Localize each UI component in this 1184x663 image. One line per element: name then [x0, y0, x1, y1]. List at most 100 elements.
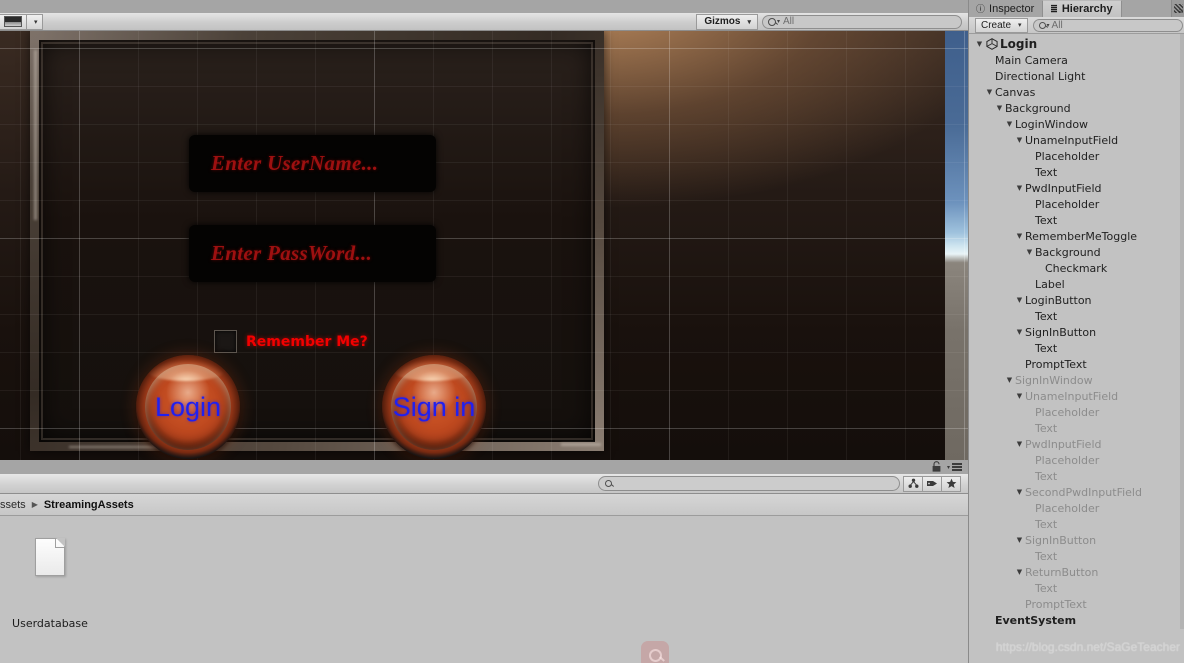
hierarchy-panel: ⓘ Inspector ≣ Hierarchy ≡ Create ▾ ▾ All — [968, 0, 1184, 663]
disclosure-triangle-icon[interactable]: ▼ — [1014, 392, 1025, 400]
hierarchy-node-eventsystem-36[interactable]: ▼EventSystem — [969, 612, 1184, 628]
hierarchy-node-remembermetoggle-12[interactable]: ▼ RememberMeToggle — [969, 228, 1184, 244]
project-search-input[interactable] — [598, 476, 900, 491]
gizmos-dropdown[interactable]: Gizmos ▾ — [696, 13, 758, 30]
disclosure-triangle-icon[interactable]: ▼ — [1014, 296, 1025, 304]
tab-hierarchy[interactable]: ≣ Hierarchy — [1042, 0, 1122, 17]
hierarchy-scrollbar[interactable] — [1180, 34, 1184, 629]
disclosure-spacer: ▼ — [1024, 200, 1035, 208]
disclosure-triangle-icon[interactable]: ▼ — [1004, 120, 1015, 128]
hierarchy-node-text-27[interactable]: ▼Text — [969, 468, 1184, 484]
password-placeholder: Enter PassWord... — [211, 241, 373, 265]
disclosure-spacer: ▼ — [1034, 264, 1045, 272]
hierarchy-node-unameinputfield-6[interactable]: ▼ UnameInputField — [969, 132, 1184, 148]
hierarchy-node-text-34[interactable]: ▼Text — [969, 580, 1184, 596]
lock-icon[interactable] — [932, 461, 941, 472]
favorite-filter-button[interactable] — [941, 475, 961, 492]
aspect-ratio-button[interactable] — [0, 13, 27, 30]
hierarchy-node-placeholder-7[interactable]: ▼Placeholder — [969, 148, 1184, 164]
hierarchy-tree[interactable]: ▼Login▼Main Camera▼Directional Light▼Can… — [969, 34, 1184, 629]
hierarchy-node-background-13[interactable]: ▼ Background — [969, 244, 1184, 260]
hierarchy-node-prompttext-35[interactable]: ▼PromptText — [969, 596, 1184, 612]
disclosure-triangle-icon[interactable]: ▼ — [994, 104, 1005, 112]
disclosure-spacer: ▼ — [1024, 280, 1035, 288]
hierarchy-node-text-19[interactable]: ▼Text — [969, 340, 1184, 356]
hierarchy-node-prompttext-20[interactable]: ▼PromptText — [969, 356, 1184, 372]
create-button[interactable]: Create ▾ — [975, 17, 1028, 33]
login-button-label: Login — [154, 391, 222, 422]
password-input-field[interactable]: Enter PassWord... — [189, 225, 436, 282]
asset-item-userdatabase[interactable]: Userdatabase — [8, 538, 92, 630]
menu-bars-icon — [952, 463, 963, 471]
info-icon: ⓘ — [976, 4, 986, 14]
hierarchy-search-field[interactable]: ▾ All — [1032, 18, 1183, 32]
hierarchy-node-text-17[interactable]: ▼Text — [969, 308, 1184, 324]
search-icon — [768, 17, 776, 26]
disclosure-triangle-icon[interactable]: ▼ — [974, 40, 985, 48]
hierarchy-node-login-0[interactable]: ▼ Login — [969, 36, 1184, 52]
hierarchy-node-loginbutton-16[interactable]: ▼ LoginButton — [969, 292, 1184, 308]
hierarchy-node-label: Checkmark — [1045, 261, 1108, 275]
hierarchy-node-signinwindow-21[interactable]: ▼ SignInWindow — [969, 372, 1184, 388]
panel-menu-icon[interactable]: ▾ — [947, 463, 963, 471]
aspect-ratio-dropdown[interactable]: ▾ — [26, 13, 43, 30]
asset-type-filter-button[interactable] — [903, 475, 923, 492]
hierarchy-node-label: LoginWindow — [1015, 117, 1089, 131]
disclosure-triangle-icon[interactable]: ▼ — [1014, 440, 1025, 448]
disclosure-triangle-icon[interactable]: ▼ — [1014, 488, 1025, 496]
hierarchy-node-signinbutton-31[interactable]: ▼ SignInButton — [969, 532, 1184, 548]
hierarchy-node-checkmark-14[interactable]: ▼Checkmark — [969, 260, 1184, 276]
hierarchy-node-text-24[interactable]: ▼Text — [969, 420, 1184, 436]
disclosure-triangle-icon[interactable]: ▼ — [1014, 232, 1025, 240]
remember-me-toggle[interactable]: Remember Me? — [214, 330, 368, 353]
hierarchy-node-label-15[interactable]: ▼Label — [969, 276, 1184, 292]
disclosure-triangle-icon[interactable]: ▼ — [1014, 328, 1025, 336]
disclosure-triangle-icon[interactable]: ▼ — [984, 88, 995, 96]
game-view-search-field[interactable]: ▾ All — [762, 14, 962, 29]
hierarchy-node-secondpwdinputfield-28[interactable]: ▼ SecondPwdInputField — [969, 484, 1184, 500]
username-input-field[interactable]: Enter UserName... — [189, 135, 436, 192]
label-filter-button[interactable] — [922, 475, 942, 492]
hierarchy-node-text-8[interactable]: ▼Text — [969, 164, 1184, 180]
breadcrumb-item-assets[interactable]: ssets — [0, 499, 26, 511]
hierarchy-node-signinbutton-18[interactable]: ▼ SignInButton — [969, 324, 1184, 340]
hierarchy-node-canvas-3[interactable]: ▼ Canvas — [969, 84, 1184, 100]
hierarchy-node-label: Placeholder — [1035, 149, 1100, 163]
tab-overflow-menu-icon[interactable]: ≡ — [1178, 7, 1183, 16]
window-top-strip — [0, 0, 968, 13]
asset-grid[interactable]: Userdatabase — [0, 516, 968, 663]
disclosure-triangle-icon[interactable]: ▼ — [1014, 184, 1025, 192]
disclosure-triangle-icon[interactable]: ▼ — [1024, 248, 1035, 256]
hierarchy-node-directional-light-2[interactable]: ▼Directional Light — [969, 68, 1184, 84]
hierarchy-node-loginwindow-5[interactable]: ▼ LoginWindow — [969, 116, 1184, 132]
disclosure-triangle-icon[interactable]: ▼ — [1014, 536, 1025, 544]
hierarchy-node-text-11[interactable]: ▼Text — [969, 212, 1184, 228]
hierarchy-node-text-32[interactable]: ▼Text — [969, 548, 1184, 564]
hierarchy-node-text-30[interactable]: ▼Text — [969, 516, 1184, 532]
hierarchy-node-placeholder-10[interactable]: ▼Placeholder — [969, 196, 1184, 212]
hierarchy-node-pwdinputfield-25[interactable]: ▼ PwdInputField — [969, 436, 1184, 452]
hierarchy-node-background-4[interactable]: ▼ Background — [969, 100, 1184, 116]
hierarchy-node-pwdinputfield-9[interactable]: ▼ PwdInputField — [969, 180, 1184, 196]
hierarchy-node-label: PwdInputField — [1025, 437, 1102, 451]
hierarchy-node-main-camera-1[interactable]: ▼Main Camera — [969, 52, 1184, 68]
hierarchy-node-placeholder-26[interactable]: ▼Placeholder — [969, 452, 1184, 468]
hierarchy-node-placeholder-23[interactable]: ▼Placeholder — [969, 404, 1184, 420]
hierarchy-node-returnbutton-33[interactable]: ▼ ReturnButton — [969, 564, 1184, 580]
disclosure-triangle-icon[interactable]: ▼ — [1014, 568, 1025, 576]
login-button[interactable]: Login — [136, 355, 240, 459]
disclosure-triangle-icon[interactable]: ▼ — [1004, 376, 1015, 384]
hierarchy-node-label: LoginButton — [1025, 293, 1092, 307]
breadcrumb-item-streamingassets[interactable]: StreamingAssets — [44, 499, 134, 511]
username-placeholder: Enter UserName... — [211, 151, 379, 175]
hierarchy-node-label: SecondPwdInputField — [1025, 485, 1142, 499]
remember-me-checkbox[interactable] — [214, 330, 237, 353]
hierarchy-node-placeholder-29[interactable]: ▼Placeholder — [969, 500, 1184, 516]
disclosure-triangle-icon[interactable]: ▼ — [1014, 136, 1025, 144]
game-view[interactable]: Enter UserName... Enter PassWord... Reme… — [0, 31, 968, 460]
hierarchy-node-label: Text — [1035, 549, 1058, 563]
hierarchy-node-unameinputfield-22[interactable]: ▼ UnameInputField — [969, 388, 1184, 404]
signin-button[interactable]: Sign in — [382, 355, 486, 459]
tab-inspector[interactable]: ⓘ Inspector — [969, 0, 1042, 17]
disclosure-spacer: ▼ — [1014, 360, 1025, 368]
